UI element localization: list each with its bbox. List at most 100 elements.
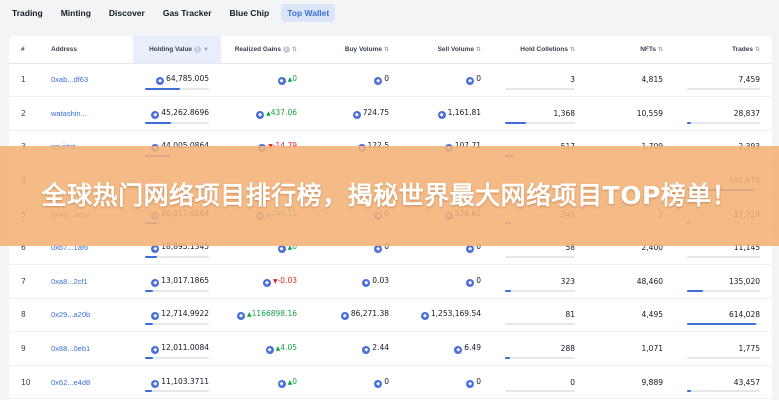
- hold-collections-cell: 0: [493, 365, 587, 399]
- nfts-cell: 4,815: [641, 75, 663, 85]
- rank-cell: 10: [21, 377, 31, 387]
- eth-icon: ◆: [262, 278, 271, 287]
- hold-collections-value: 1,368: [553, 108, 575, 118]
- header-nfts[interactable]: NFTs ⇅: [587, 36, 675, 64]
- eth-icon: ◆: [151, 379, 160, 388]
- holding-bar-track: [145, 289, 209, 292]
- trades-bar-track: [687, 356, 760, 359]
- tab-gas-tracker[interactable]: Gas Tracker: [157, 4, 218, 22]
- buy-volume-cell: ◆ 0.03: [309, 265, 401, 299]
- nfts-cell: 4,495: [641, 310, 663, 320]
- holding-value-cell: ◆ 11,103.3711: [133, 365, 221, 399]
- header-realized-gains[interactable]: Realized Gains i ⇅: [221, 36, 309, 64]
- collections-bar: [505, 356, 510, 359]
- header-holding-value[interactable]: Holding Value i ▼: [133, 36, 221, 64]
- sell-volume-value: 1,253,169.54: [430, 309, 481, 319]
- trades-bar-track: [687, 390, 760, 393]
- holding-value: 11,103.3711: [161, 376, 209, 386]
- trades-bar-track: [687, 256, 760, 259]
- trades-bar: [687, 121, 691, 124]
- eth-icon: ◆: [466, 245, 475, 254]
- realized-gains-value: 0: [292, 376, 297, 386]
- realized-gains-value: 1166898.16: [251, 309, 297, 319]
- trades-cell: 135,020: [675, 265, 772, 299]
- table-row[interactable]: 2 watashin... ◆ 45,262.8696 ◆ ▲437.06 ◆ 724.75 ◆…: [9, 97, 772, 131]
- holding-value-cell: ◆ 12,011.0084: [133, 332, 221, 366]
- header-hold-collections[interactable]: Hold Colletions ⇅: [493, 36, 587, 64]
- holding-bar: [145, 390, 153, 393]
- eth-icon: ◆: [454, 346, 463, 355]
- promo-banner: 全球热门网络项目排行榜，揭秘世界最大网络项目TOP榜单！: [0, 146, 779, 246]
- trades-cell: 614,028: [675, 298, 772, 332]
- address-link[interactable]: watashin...: [39, 97, 133, 131]
- address-link[interactable]: 0xa8...2cf1: [39, 265, 133, 299]
- address-link[interactable]: 0x62...e4d8: [39, 365, 133, 399]
- rank-cell: 7: [21, 276, 26, 286]
- realized-gains-cell: ◆ ▲0: [221, 365, 309, 399]
- address-link[interactable]: 0x88...0eb1: [39, 332, 133, 366]
- eth-icon: ◆: [277, 245, 286, 254]
- trades-bar-track: [687, 121, 760, 124]
- sell-volume-cell: ◆ 0: [401, 265, 493, 299]
- hold-collections-cell: 81: [493, 298, 587, 332]
- trades-bar: [687, 289, 704, 292]
- sell-volume-value: 0: [476, 74, 481, 84]
- header-hold-collections-label: Hold Colletions: [520, 45, 568, 53]
- eth-icon: ◆: [277, 77, 286, 86]
- table-row[interactable]: 1 0xab...df63 ◆ 64,785.005 ◆ ▲0 ◆ 0 ◆ 0 3 4,815 7,45…: [9, 63, 772, 97]
- hold-collections-value: 288: [560, 344, 575, 354]
- eth-icon: ◆: [265, 346, 274, 355]
- holding-value-cell: ◆ 12,714.9922: [133, 298, 221, 332]
- nfts-cell: 1,071: [641, 344, 663, 354]
- tab-minting[interactable]: Minting: [55, 4, 97, 22]
- buy-volume-cell: ◆ 724.75: [309, 97, 401, 131]
- trades-bar: [687, 390, 691, 393]
- tab-top-wallet[interactable]: Top Wallet: [281, 4, 336, 22]
- header-trades[interactable]: Trades ⇅: [675, 36, 772, 64]
- hold-collections-cell: 323: [493, 265, 587, 299]
- realized-gains-value: 437.06: [270, 107, 297, 117]
- holding-bar-track: [145, 323, 209, 326]
- address-link[interactable]: 0xab...df63: [39, 63, 133, 97]
- header-sell-volume[interactable]: Sell Volume ⇅: [401, 36, 493, 64]
- realized-gains-cell: ◆ ▲1166898.16: [221, 298, 309, 332]
- table-row[interactable]: 7 0xa8...2cf1 ◆ 13,017.1865 ◆ ▼-0.03 ◆ 0.03 ◆ 0 32…: [9, 265, 772, 299]
- hold-collections-value: 3: [570, 75, 575, 85]
- realized-gains-cell: ◆ ▲4.05: [221, 332, 309, 366]
- buy-volume-value: 724.75: [362, 107, 389, 117]
- collections-bar-track: [505, 356, 575, 359]
- sell-volume-value: 0: [476, 376, 481, 386]
- sell-volume-value: 0: [476, 275, 481, 285]
- buy-volume-value: 0: [384, 74, 389, 84]
- trades-value: 135,020: [728, 276, 760, 286]
- sort-desc-icon: ▼: [203, 46, 209, 53]
- trades-value: 43,457: [733, 377, 760, 387]
- table-row[interactable]: 10 0x62...e4d8 ◆ 11,103.3711 ◆ ▲0 ◆ 0 ◆ 0 0 9,889 43…: [9, 365, 772, 399]
- table-row[interactable]: 9 0x88...0eb1 ◆ 12,011.0084 ◆ ▲4.05 ◆ 2.44 ◆ 6.49…: [9, 332, 772, 366]
- header-rank: #: [9, 36, 39, 64]
- eth-icon: ◆: [466, 278, 475, 287]
- tab-discover[interactable]: Discover: [103, 4, 151, 22]
- header-buy-volume[interactable]: Buy Volume ⇅: [309, 36, 401, 64]
- hold-collections-value: 323: [560, 276, 575, 286]
- address-link[interactable]: 0x29...a20b: [39, 298, 133, 332]
- table-row[interactable]: 8 0x29...a20b ◆ 12,714.9922 ◆ ▲1166898.16 ◆ 86,…: [9, 298, 772, 332]
- tab-trading[interactable]: Trading: [6, 4, 49, 22]
- buy-volume-value: 86,271.38: [350, 309, 389, 319]
- sort-icon: ⇅: [475, 46, 481, 53]
- holding-bar: [145, 323, 153, 326]
- trades-cell: 7,459: [675, 63, 772, 97]
- holding-value: 12,011.0084: [161, 343, 209, 353]
- trades-bar-track: [687, 88, 760, 91]
- header-nfts-label: NFTs: [640, 45, 656, 53]
- eth-icon: ◆: [420, 312, 429, 321]
- holding-bar: [145, 289, 154, 292]
- tab-blue-chip[interactable]: Blue Chip: [224, 4, 276, 22]
- sell-volume-cell: ◆ 1,253,169.54: [401, 298, 493, 332]
- nfts-cell: 9,889: [641, 377, 663, 387]
- holding-bar: [145, 121, 171, 124]
- trades-cell: 1,775: [675, 332, 772, 366]
- eth-icon: ◆: [466, 379, 475, 388]
- realized-gains-value: 0: [292, 74, 297, 84]
- header-trades-label: Trades: [732, 45, 753, 53]
